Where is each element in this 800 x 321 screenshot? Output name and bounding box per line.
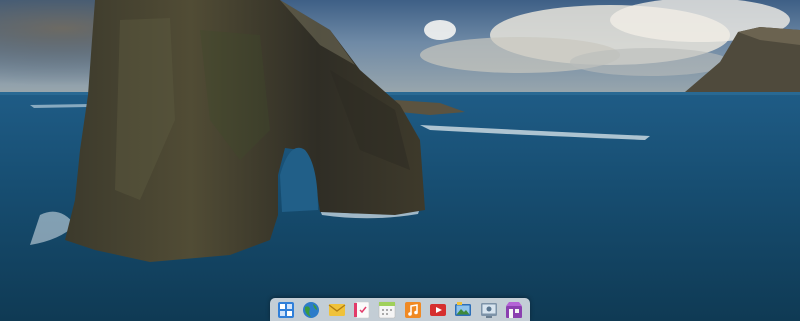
photos-icon[interactable] bbox=[454, 301, 472, 319]
web-browser-icon[interactable] bbox=[302, 301, 320, 319]
multitasking-view-icon[interactable] bbox=[277, 301, 295, 319]
mail-icon[interactable] bbox=[328, 301, 346, 319]
videos-icon[interactable] bbox=[429, 301, 447, 319]
dock bbox=[270, 298, 530, 321]
tasks-icon[interactable] bbox=[353, 301, 371, 319]
calendar-icon[interactable] bbox=[378, 301, 396, 319]
system-settings-icon[interactable] bbox=[480, 301, 498, 319]
music-icon[interactable] bbox=[404, 301, 422, 319]
app-center-icon[interactable] bbox=[505, 301, 523, 319]
desktop-wallpaper bbox=[0, 0, 800, 321]
